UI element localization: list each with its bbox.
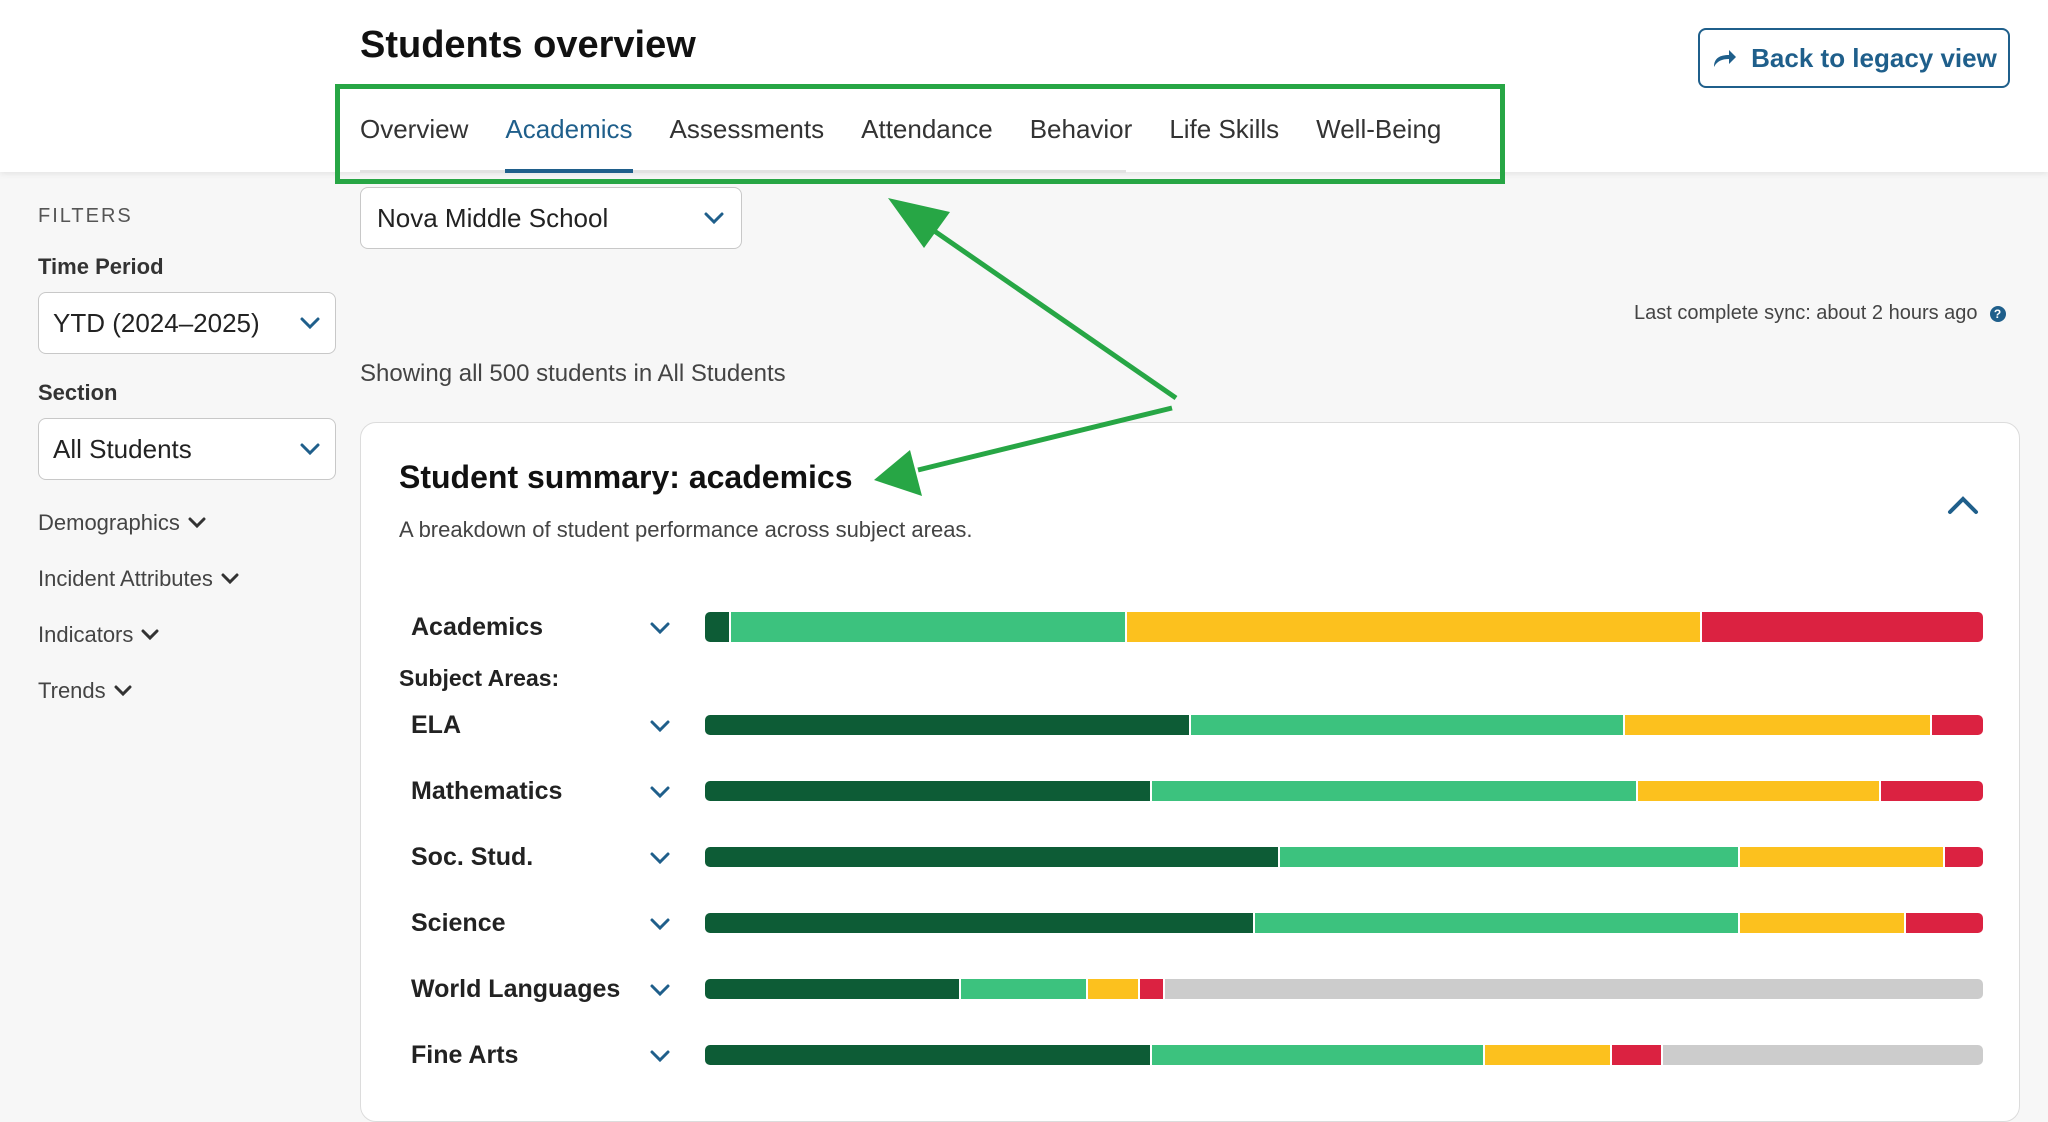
bar-segment[interactable] [960, 979, 1089, 999]
bar-segment[interactable] [1701, 612, 1983, 642]
filter-toggle-label: Demographics [38, 510, 180, 535]
filter-toggle-indicators[interactable]: Indicators [38, 622, 338, 648]
showing-count-text: Showing all 500 students in All Students [360, 360, 786, 387]
row-label-mathematics: Mathematics [411, 777, 563, 805]
bar-segment[interactable] [1663, 1045, 1983, 1065]
subject-areas-heading: Subject Areas: [399, 665, 560, 691]
filters-sidebar: FILTERS Time Period YTD (2024–2025) Sect… [38, 205, 338, 704]
bar-segment[interactable] [705, 847, 1281, 867]
bar-segment[interactable] [1612, 1045, 1664, 1065]
stacked-bar [705, 1045, 1983, 1065]
row-label-ela: ELA [411, 711, 461, 739]
tab-assessments[interactable]: Assessments [670, 100, 825, 170]
chevron-down-icon [221, 573, 239, 585]
row-label-soc-stud-: Soc. Stud. [411, 843, 534, 871]
time-period-label: Time Period [38, 254, 164, 279]
bar-segment[interactable] [705, 1045, 1153, 1065]
bar-segment[interactable] [1165, 979, 1983, 999]
bar-segment[interactable] [1088, 979, 1140, 999]
bar-segment[interactable] [1484, 1045, 1613, 1065]
bar-segment[interactable] [1880, 781, 1983, 801]
bar-segment[interactable] [1126, 612, 1702, 642]
section-value: All Students [53, 433, 192, 464]
filter-toggle-trends[interactable]: Trends [38, 678, 338, 704]
chevron-down-icon[interactable] [649, 785, 671, 799]
row-label-fine-arts: Fine Arts [411, 1041, 519, 1069]
chevron-down-icon [141, 629, 159, 641]
chevron-down-icon[interactable] [649, 1049, 671, 1063]
stacked-bar [705, 847, 1983, 867]
row-label-science: Science [411, 909, 506, 937]
stacked-bar [705, 913, 1983, 933]
row-label-world-languages: World Languages [411, 975, 621, 1003]
stacked-bar [705, 715, 1983, 735]
tab-academics[interactable]: Academics [505, 100, 633, 173]
filter-toggle-label: Trends [38, 678, 106, 703]
section-select[interactable]: All Students [38, 418, 336, 480]
bar-segment[interactable] [1152, 1045, 1485, 1065]
bar-segment[interactable] [730, 612, 1127, 642]
bar-segment[interactable] [1637, 781, 1881, 801]
chevron-down-icon [188, 517, 206, 529]
filter-toggle-label: Incident Attributes [38, 566, 213, 591]
tab-behavior[interactable]: Behavior [1030, 100, 1133, 170]
sync-text: Last complete sync: about 2 hours ago [1634, 302, 1978, 324]
tab-bar: Overview Academics Assessments Attendance Be… [360, 100, 1441, 173]
stacked-bar [705, 979, 1983, 999]
info-icon[interactable]: ? [1989, 305, 2006, 322]
bar-segment[interactable] [1944, 847, 1983, 867]
filter-toggle-demographics[interactable]: Demographics [38, 510, 338, 536]
time-period-select[interactable]: YTD (2024–2025) [38, 292, 336, 354]
bar-segment[interactable] [1740, 847, 1945, 867]
back-to-legacy-button[interactable]: Back to legacy view [1698, 28, 2010, 88]
school-select-value: Nova Middle School [377, 202, 609, 233]
filters-title: FILTERS [38, 205, 133, 227]
stacked-bar [705, 781, 1983, 801]
chevron-up-icon[interactable] [1945, 493, 1981, 517]
card-subtitle: A breakdown of student performance acros… [399, 517, 973, 542]
tab-well-being[interactable]: Well-Being [1316, 100, 1441, 170]
bar-segment[interactable] [705, 715, 1191, 735]
card-title: Student summary: academics [399, 459, 853, 495]
bar-segment[interactable] [705, 913, 1255, 933]
bar-segment[interactable] [1254, 913, 1741, 933]
chevron-down-icon [300, 443, 320, 456]
sync-status: Last complete sync: about 2 hours ago ? [1634, 302, 2006, 325]
time-period-value: YTD (2024–2025) [53, 307, 260, 338]
filter-toggle-label: Indicators [38, 622, 134, 647]
chevron-down-icon [704, 212, 724, 225]
bar-segment[interactable] [705, 979, 961, 999]
school-select[interactable]: Nova Middle School [360, 187, 742, 249]
bar-segment[interactable] [705, 781, 1153, 801]
chevron-down-icon [114, 685, 132, 697]
bar-segment[interactable] [1190, 715, 1626, 735]
chevron-down-icon[interactable] [649, 983, 671, 997]
back-to-legacy-label: Back to legacy view [1751, 42, 1997, 73]
bar-segment[interactable] [705, 612, 731, 642]
bar-segment[interactable] [1280, 847, 1741, 867]
bar-segment[interactable] [1625, 715, 1932, 735]
chevron-down-icon[interactable] [649, 621, 671, 635]
chevron-down-icon [300, 317, 320, 330]
section-label: Section [38, 380, 118, 405]
tab-attendance[interactable]: Attendance [861, 100, 993, 170]
bar-segment[interactable] [1740, 913, 1907, 933]
filter-toggle-incident-attributes[interactable]: Incident Attributes [38, 566, 338, 592]
redo-arrow-icon [1714, 50, 1737, 67]
student-summary-card: Student summary: academics A breakdown o… [360, 422, 2020, 1122]
bar-segment[interactable] [1139, 979, 1166, 999]
tab-life-skills[interactable]: Life Skills [1169, 100, 1279, 170]
tab-overview[interactable]: Overview [360, 100, 468, 170]
chevron-down-icon[interactable] [649, 917, 671, 931]
bar-segment[interactable] [1931, 715, 1983, 735]
chevron-down-icon[interactable] [649, 851, 671, 865]
row-label-academics: Academics [411, 613, 544, 641]
chevron-down-icon[interactable] [649, 719, 671, 733]
stacked-bar [705, 612, 1983, 642]
page-header: Students overview Back to legacy view Ov… [0, 0, 2048, 173]
page-title: Students overview [360, 24, 696, 66]
bar-segment[interactable] [1906, 913, 1983, 933]
bar-segment[interactable] [1152, 781, 1638, 801]
